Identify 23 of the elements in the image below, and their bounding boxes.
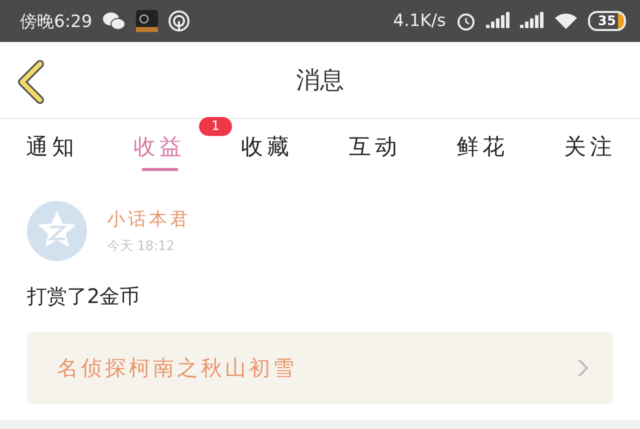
tab[interactable]: 收藏 — [235, 119, 300, 175]
tab-underline — [142, 168, 178, 171]
message-time: 今天 18:12 — [107, 238, 176, 255]
signal-icon — [520, 12, 544, 30]
back-icon[interactable] — [16, 60, 46, 104]
avatar-icon — [27, 201, 87, 261]
chevron-icon — [577, 358, 589, 378]
app-icon — [136, 10, 158, 32]
status-time: 傍晚6:29 — [20, 10, 92, 32]
tab[interactable]: 鲜花 — [450, 119, 514, 175]
wifi-icon — [554, 12, 578, 30]
message-text: 打赏了2金币 — [27, 283, 141, 310]
alarm-icon — [456, 11, 476, 31]
network-speed: 4.1K/s — [393, 11, 446, 31]
count-badge: 1 — [199, 117, 232, 136]
tab[interactable]: 关注 — [558, 119, 622, 175]
chat-icon — [102, 11, 126, 31]
page-title: 消息 — [296, 65, 344, 96]
tab[interactable]: 互动 — [342, 119, 407, 175]
battery-level: 35 — [598, 14, 616, 28]
tab[interactable]: 通知 — [20, 119, 84, 175]
signal-icon — [486, 12, 510, 30]
broadcast-icon — [168, 10, 190, 32]
